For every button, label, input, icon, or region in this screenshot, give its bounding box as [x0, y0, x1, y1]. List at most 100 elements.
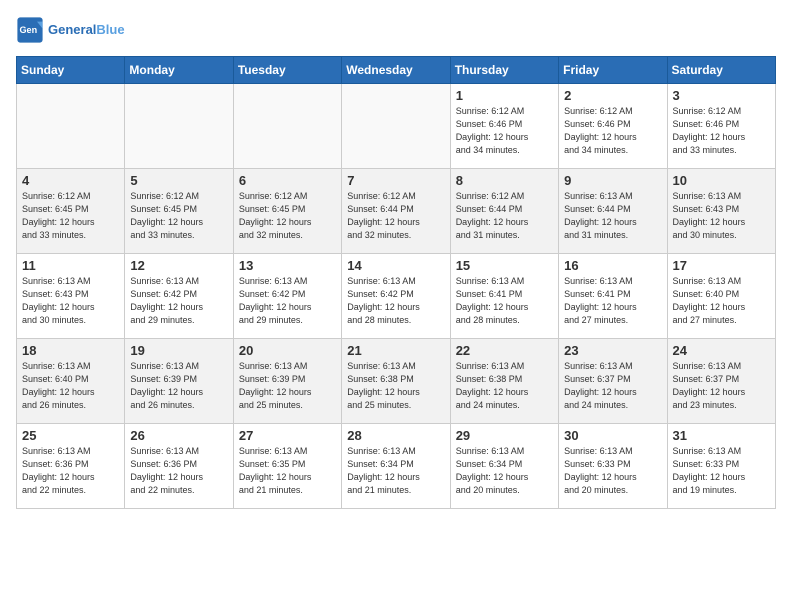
calendar-cell: 21 Sunrise: 6:13 AM Sunset: 6:38 PM Dayli… — [342, 339, 450, 424]
calendar-cell: 14 Sunrise: 6:13 AM Sunset: 6:42 PM Dayli… — [342, 254, 450, 339]
day-info: Sunrise: 6:12 AM Sunset: 6:44 PM Dayligh… — [456, 190, 553, 242]
day-number: 26 — [130, 428, 227, 443]
day-number: 20 — [239, 343, 336, 358]
calendar-header-row: SundayMondayTuesdayWednesdayThursdayFrid… — [17, 57, 776, 84]
day-info: Sunrise: 6:12 AM Sunset: 6:46 PM Dayligh… — [564, 105, 661, 157]
day-info: Sunrise: 6:13 AM Sunset: 6:39 PM Dayligh… — [239, 360, 336, 412]
day-info: Sunrise: 6:13 AM Sunset: 6:44 PM Dayligh… — [564, 190, 661, 242]
calendar-cell: 28 Sunrise: 6:13 AM Sunset: 6:34 PM Dayli… — [342, 424, 450, 509]
calendar-cell: 4 Sunrise: 6:12 AM Sunset: 6:45 PM Daylig… — [17, 169, 125, 254]
svg-text:Gen: Gen — [20, 25, 38, 35]
day-number: 10 — [673, 173, 770, 188]
day-info: Sunrise: 6:13 AM Sunset: 6:42 PM Dayligh… — [347, 275, 444, 327]
calendar-cell: 15 Sunrise: 6:13 AM Sunset: 6:41 PM Dayli… — [450, 254, 558, 339]
calendar-cell: 3 Sunrise: 6:12 AM Sunset: 6:46 PM Daylig… — [667, 84, 775, 169]
calendar-cell: 8 Sunrise: 6:12 AM Sunset: 6:44 PM Daylig… — [450, 169, 558, 254]
day-info: Sunrise: 6:12 AM Sunset: 6:44 PM Dayligh… — [347, 190, 444, 242]
calendar-cell: 23Sunrise: 6:13 AM Sunset: 6:37 PM Dayli… — [559, 339, 667, 424]
day-number: 25 — [22, 428, 119, 443]
day-info: Sunrise: 6:13 AM Sunset: 6:34 PM Dayligh… — [347, 445, 444, 497]
day-info: Sunrise: 6:12 AM Sunset: 6:45 PM Dayligh… — [239, 190, 336, 242]
day-number: 7 — [347, 173, 444, 188]
day-number: 1 — [456, 88, 553, 103]
column-header-tuesday: Tuesday — [233, 57, 341, 84]
day-number: 23 — [564, 343, 661, 358]
calendar-cell: 9 Sunrise: 6:13 AM Sunset: 6:44 PM Daylig… — [559, 169, 667, 254]
day-info: Sunrise: 6:13 AM Sunset: 6:36 PM Dayligh… — [130, 445, 227, 497]
day-number: 18 — [22, 343, 119, 358]
calendar-cell: 30 Sunrise: 6:13 AM Sunset: 6:33 PM Dayli… — [559, 424, 667, 509]
column-header-wednesday: Wednesday — [342, 57, 450, 84]
calendar-cell: 22Sunrise: 6:13 AM Sunset: 6:38 PM Dayli… — [450, 339, 558, 424]
day-info: Sunrise: 6:13 AM Sunset: 6:38 PM Dayligh… — [347, 360, 444, 412]
day-number: 27 — [239, 428, 336, 443]
day-number: 4 — [22, 173, 119, 188]
day-number: 12 — [130, 258, 227, 273]
calendar-cell: 27Sunrise: 6:13 AM Sunset: 6:35 PM Dayli… — [233, 424, 341, 509]
calendar-cell — [233, 84, 341, 169]
day-number: 16 — [564, 258, 661, 273]
day-info: Sunrise: 6:13 AM Sunset: 6:43 PM Dayligh… — [22, 275, 119, 327]
calendar-cell: 5Sunrise: 6:12 AM Sunset: 6:45 PM Daylig… — [125, 169, 233, 254]
logo-blue: Blue — [96, 22, 124, 37]
day-number: 8 — [456, 173, 553, 188]
day-info: Sunrise: 6:13 AM Sunset: 6:33 PM Dayligh… — [564, 445, 661, 497]
day-number: 30 — [564, 428, 661, 443]
day-number: 6 — [239, 173, 336, 188]
column-header-friday: Friday — [559, 57, 667, 84]
calendar-cell: 17 Sunrise: 6:13 AM Sunset: 6:40 PM Dayli… — [667, 254, 775, 339]
calendar-cell: 10 Sunrise: 6:13 AM Sunset: 6:43 PM Dayli… — [667, 169, 775, 254]
day-info: Sunrise: 6:12 AM Sunset: 6:46 PM Dayligh… — [673, 105, 770, 157]
day-info: Sunrise: 6:13 AM Sunset: 6:43 PM Dayligh… — [673, 190, 770, 242]
day-info: Sunrise: 6:13 AM Sunset: 6:34 PM Dayligh… — [456, 445, 553, 497]
column-header-sunday: Sunday — [17, 57, 125, 84]
calendar-cell: 20 Sunrise: 6:13 AM Sunset: 6:39 PM Dayli… — [233, 339, 341, 424]
day-info: Sunrise: 6:13 AM Sunset: 6:36 PM Dayligh… — [22, 445, 119, 497]
day-number: 5 — [130, 173, 227, 188]
day-number: 21 — [347, 343, 444, 358]
day-info: Sunrise: 6:13 AM Sunset: 6:42 PM Dayligh… — [239, 275, 336, 327]
calendar-cell: 25 Sunrise: 6:13 AM Sunset: 6:36 PM Dayli… — [17, 424, 125, 509]
column-header-saturday: Saturday — [667, 57, 775, 84]
calendar-cell: 12 Sunrise: 6:13 AM Sunset: 6:42 PM Dayli… — [125, 254, 233, 339]
calendar-cell — [17, 84, 125, 169]
day-info: Sunrise: 6:12 AM Sunset: 6:45 PM Dayligh… — [22, 190, 119, 242]
day-number: 3 — [673, 88, 770, 103]
calendar-cell: 2Sunrise: 6:12 AM Sunset: 6:46 PM Daylig… — [559, 84, 667, 169]
calendar-week-row: 1 Sunrise: 6:12 AM Sunset: 6:46 PM Daylig… — [17, 84, 776, 169]
page-header: Gen GeneralBlue — [16, 16, 776, 44]
day-number: 29 — [456, 428, 553, 443]
calendar-cell — [342, 84, 450, 169]
day-number: 31 — [673, 428, 770, 443]
calendar-week-row: 4 Sunrise: 6:12 AM Sunset: 6:45 PM Daylig… — [17, 169, 776, 254]
day-info: Sunrise: 6:13 AM Sunset: 6:42 PM Dayligh… — [130, 275, 227, 327]
day-number: 9 — [564, 173, 661, 188]
calendar-cell: 16 Sunrise: 6:13 AM Sunset: 6:41 PM Dayli… — [559, 254, 667, 339]
logo: Gen GeneralBlue — [16, 16, 125, 44]
calendar-cell: 7 Sunrise: 6:12 AM Sunset: 6:44 PM Daylig… — [342, 169, 450, 254]
day-info: Sunrise: 6:13 AM Sunset: 6:33 PM Dayligh… — [673, 445, 770, 497]
day-number: 11 — [22, 258, 119, 273]
day-info: Sunrise: 6:13 AM Sunset: 6:41 PM Dayligh… — [456, 275, 553, 327]
day-number: 13 — [239, 258, 336, 273]
calendar-table: SundayMondayTuesdayWednesdayThursdayFrid… — [16, 56, 776, 509]
calendar-cell: 1Sunrise: 6:12 AM Sunset: 6:46 PM Daylig… — [450, 84, 558, 169]
calendar-cell: 19Sunrise: 6:13 AM Sunset: 6:39 PM Dayli… — [125, 339, 233, 424]
calendar-cell: 31 Sunrise: 6:13 AM Sunset: 6:33 PM Dayli… — [667, 424, 775, 509]
column-header-thursday: Thursday — [450, 57, 558, 84]
day-number: 17 — [673, 258, 770, 273]
day-number: 28 — [347, 428, 444, 443]
day-number: 15 — [456, 258, 553, 273]
day-info: Sunrise: 6:13 AM Sunset: 6:40 PM Dayligh… — [673, 275, 770, 327]
day-info: Sunrise: 6:13 AM Sunset: 6:37 PM Dayligh… — [673, 360, 770, 412]
calendar-week-row: 25 Sunrise: 6:13 AM Sunset: 6:36 PM Dayli… — [17, 424, 776, 509]
calendar-week-row: 18Sunrise: 6:13 AM Sunset: 6:40 PM Dayli… — [17, 339, 776, 424]
day-info: Sunrise: 6:13 AM Sunset: 6:41 PM Dayligh… — [564, 275, 661, 327]
day-number: 22 — [456, 343, 553, 358]
day-number: 14 — [347, 258, 444, 273]
calendar-week-row: 11 Sunrise: 6:13 AM Sunset: 6:43 PM Dayli… — [17, 254, 776, 339]
calendar-cell: 11 Sunrise: 6:13 AM Sunset: 6:43 PM Dayli… — [17, 254, 125, 339]
column-header-monday: Monday — [125, 57, 233, 84]
logo-icon: Gen — [16, 16, 44, 44]
calendar-cell: 26 Sunrise: 6:13 AM Sunset: 6:36 PM Dayli… — [125, 424, 233, 509]
